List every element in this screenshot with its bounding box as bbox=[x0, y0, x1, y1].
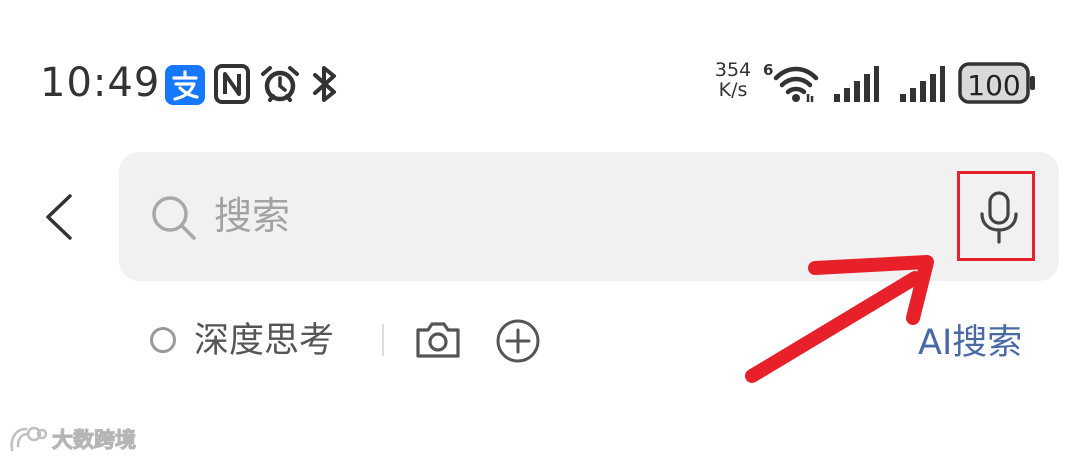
annotation-highlight-box bbox=[957, 171, 1035, 261]
battery-icon: 100 bbox=[958, 62, 1035, 104]
battery-level: 100 bbox=[967, 69, 1020, 102]
watermark-text: 大数跨境 bbox=[52, 428, 137, 453]
alipay-icon bbox=[165, 65, 205, 105]
bluetooth-icon bbox=[313, 66, 336, 102]
screen: 10:49 354 K/s 6 100 搜索 深度思考 AI搜索 大数跨境 bbox=[0, 0, 1080, 461]
magnifier-icon bbox=[152, 196, 196, 240]
network-speed-unit: K/s bbox=[718, 79, 748, 101]
search-input[interactable] bbox=[214, 186, 914, 246]
network-speed: 354 K/s bbox=[712, 60, 754, 100]
wifi-6-badge: 6 bbox=[763, 61, 773, 79]
toolbar-divider bbox=[382, 324, 384, 356]
watermark: 大数跨境 bbox=[8, 424, 137, 458]
watermark-logo-icon bbox=[10, 426, 48, 452]
deep-think-label: 深度思考 bbox=[194, 321, 335, 361]
network-speed-value: 354 bbox=[714, 59, 752, 81]
camera-icon[interactable] bbox=[414, 320, 462, 360]
nfc-icon bbox=[214, 64, 250, 104]
back-chevron-icon[interactable] bbox=[40, 192, 80, 242]
radio-circle-icon bbox=[150, 327, 176, 353]
signal-icon bbox=[834, 66, 879, 102]
wifi-icon: 6 bbox=[763, 61, 819, 102]
alarm-icon bbox=[261, 66, 299, 102]
plus-circle-icon[interactable] bbox=[495, 318, 541, 364]
status-time: 10:49 bbox=[40, 60, 161, 106]
signal-icon bbox=[900, 66, 945, 102]
ai-search-link[interactable]: AI搜索 bbox=[918, 320, 1022, 366]
